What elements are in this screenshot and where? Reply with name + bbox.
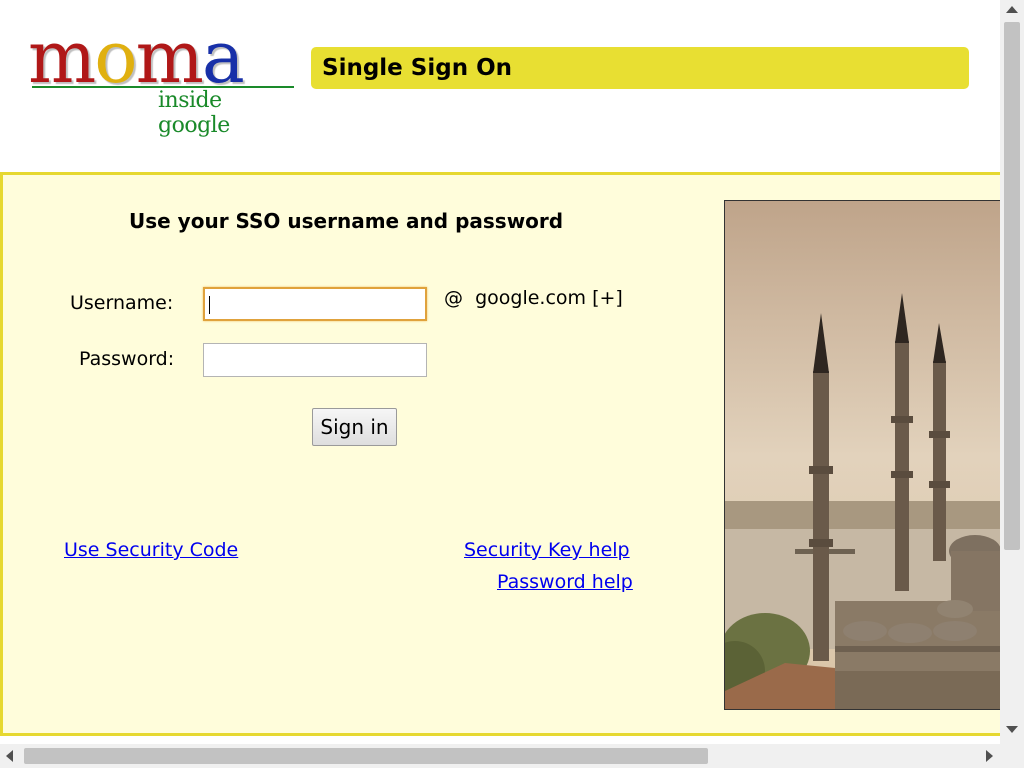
security-key-help-link[interactable]: Security Key help: [464, 539, 630, 561]
login-panel: Use your SSO username and password Usern…: [0, 172, 1003, 736]
scroll-left-arrow-icon[interactable]: [6, 750, 13, 762]
password-input[interactable]: [203, 343, 427, 377]
sign-in-button[interactable]: Sign in: [312, 408, 397, 446]
vertical-scroll-thumb[interactable]: [1004, 22, 1020, 550]
password-help-link[interactable]: Password help: [497, 571, 633, 593]
scroll-up-arrow-icon[interactable]: [1006, 6, 1018, 13]
domain-at: @: [444, 287, 463, 309]
mosque-minarets-illustration: [725, 201, 1002, 709]
page-title: Single Sign On: [311, 47, 969, 89]
use-security-code-link[interactable]: Use Security Code: [64, 539, 238, 561]
username-label: Username:: [70, 292, 174, 314]
logo-subtitle: inside google: [158, 88, 230, 138]
form-heading: Use your SSO username and password: [129, 209, 564, 233]
moma-logo: moma inside google: [28, 15, 298, 138]
logo-wordmark: moma: [28, 15, 245, 99]
scrollbar-corner: [1000, 744, 1024, 768]
username-input[interactable]: [203, 287, 427, 321]
password-label: Password:: [79, 348, 175, 370]
domain-suffix[interactable]: @ google.com [+]: [444, 287, 623, 309]
horizontal-scroll-thumb[interactable]: [24, 748, 708, 764]
scroll-down-arrow-icon[interactable]: [1006, 726, 1018, 733]
text-caret: [209, 296, 210, 314]
domain-text: google.com [+]: [475, 287, 623, 309]
scroll-right-arrow-icon[interactable]: [986, 750, 993, 762]
mosque-photo: [724, 200, 1003, 710]
